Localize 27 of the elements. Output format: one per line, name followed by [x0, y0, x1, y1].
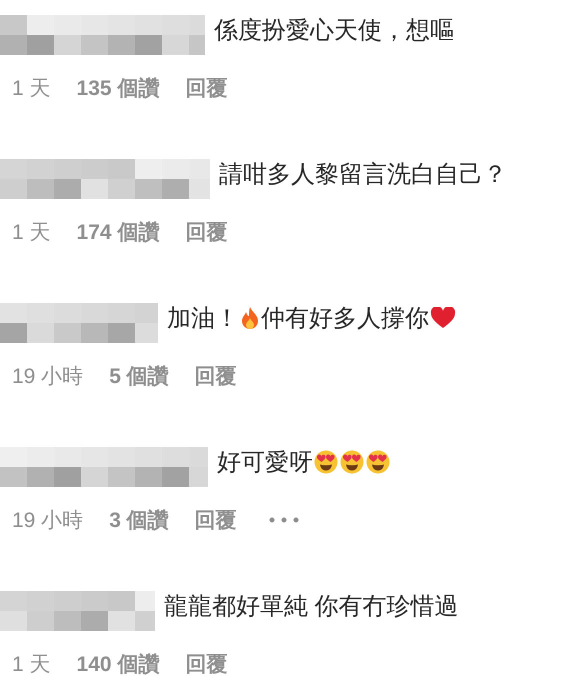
comment-time: 19 小時: [12, 508, 84, 534]
comment-time: 19 小時: [12, 364, 84, 390]
fire-icon: [240, 306, 260, 330]
likes-count[interactable]: 135 個讚: [76, 74, 160, 102]
comment-time: 1 天: [12, 220, 51, 246]
reply-button[interactable]: 回覆: [185, 650, 228, 678]
likes-count[interactable]: 174 個讚: [76, 218, 160, 246]
comment-text: 係度扮愛心天使，想嘔: [214, 16, 454, 46]
heart-icon: [430, 307, 456, 329]
reply-button[interactable]: 回覆: [185, 218, 228, 246]
likes-count[interactable]: 3 個讚: [109, 506, 169, 534]
comment-text: 請咁多人黎留言洗白自己？: [219, 160, 507, 190]
comment-text: 加油！: [167, 304, 239, 334]
comment-time: 1 天: [12, 76, 51, 102]
more-options-icon[interactable]: [268, 517, 299, 523]
comment-text: 龍龍都好單純 你有冇珍惜過: [164, 592, 459, 622]
reply-button[interactable]: 回覆: [185, 74, 228, 102]
reply-button[interactable]: 回覆: [194, 506, 237, 534]
reply-button[interactable]: 回覆: [194, 362, 237, 390]
comment-time: 1 天: [12, 652, 51, 678]
heart-eyes-emoji-icon: [340, 450, 364, 474]
heart-eyes-emoji-icon: [366, 450, 390, 474]
likes-count[interactable]: 5 個讚: [109, 362, 169, 390]
comment-text: 仲有好多人撐你: [261, 304, 429, 334]
likes-count[interactable]: 140 個讚: [76, 650, 160, 678]
heart-eyes-emoji-icon: [314, 450, 338, 474]
comment-text: 好可愛呀: [217, 448, 313, 478]
